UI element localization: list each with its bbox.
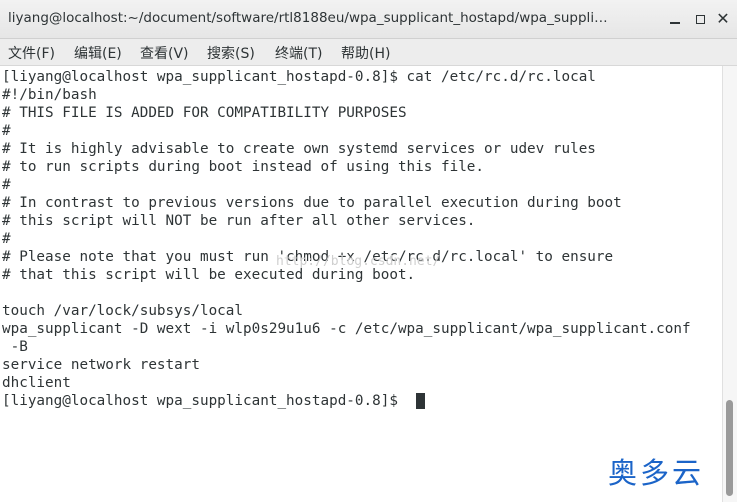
terminal-line: # Please note that you must run 'chmod +… xyxy=(2,249,614,265)
title-bar[interactable]: liyang@localhost:~/document/software/rtl… xyxy=(0,0,737,39)
terminal-line: # In contrast to previous versions due t… xyxy=(2,195,622,211)
menu-edit[interactable]: 编辑(E) xyxy=(74,43,122,63)
maximize-icon xyxy=(695,14,705,24)
minimize-button[interactable] xyxy=(664,9,686,29)
terminal-line: #!/bin/bash xyxy=(2,87,97,103)
menu-bar: 文件(F) 编辑(E) 查看(V) 搜索(S) 终端(T) 帮助(H) xyxy=(0,39,737,66)
menu-help[interactable]: 帮助(H) xyxy=(341,43,390,63)
terminal-line: # xyxy=(2,177,11,193)
window-title: liyang@localhost:~/document/software/rtl… xyxy=(8,10,608,26)
brand-logo: 奥多云 xyxy=(608,450,705,492)
terminal-line: # It is highly advisable to create own s… xyxy=(2,141,596,157)
terminal-output[interactable]: [liyang@localhost wpa_supplicant_hostapd… xyxy=(0,66,722,502)
minimize-icon xyxy=(670,22,680,24)
terminal-line: # xyxy=(2,231,11,247)
maximize-button[interactable] xyxy=(689,9,711,29)
menu-file[interactable]: 文件(F) xyxy=(8,43,55,63)
scrollbar-thumb[interactable] xyxy=(726,400,733,496)
terminal-line: # THIS FILE IS ADDED FOR COMPATIBILITY P… xyxy=(2,105,407,121)
terminal-line: dhclient xyxy=(2,375,71,391)
menu-terminal[interactable]: 终端(T) xyxy=(275,43,322,63)
terminal-line: # to run scripts during boot instead of … xyxy=(2,159,485,175)
vertical-scrollbar[interactable] xyxy=(722,66,737,502)
terminal-line: # this script will NOT be run after all … xyxy=(2,213,476,229)
terminal-window: liyang@localhost:~/document/software/rtl… xyxy=(0,0,737,502)
terminal-line: service network restart xyxy=(2,357,200,373)
terminal-cursor xyxy=(416,393,425,409)
terminal-line: [liyang@localhost wpa_supplicant_hostapd… xyxy=(2,69,596,85)
close-button[interactable]: ✕ xyxy=(712,9,734,29)
terminal-line: # that this script will be executed duri… xyxy=(2,267,416,283)
terminal-line: # xyxy=(2,123,11,139)
menu-search[interactable]: 搜索(S) xyxy=(207,43,255,63)
terminal-line: touch /var/lock/subsys/local xyxy=(2,303,244,319)
terminal-prompt-line: [liyang@localhost wpa_supplicant_hostapd… xyxy=(2,393,407,409)
menu-view[interactable]: 查看(V) xyxy=(140,43,189,63)
terminal-line: -B xyxy=(2,339,28,355)
terminal-line: wpa_supplicant -D wext -i wlp0s29u1u6 -c… xyxy=(2,321,691,337)
close-icon: ✕ xyxy=(716,9,730,28)
